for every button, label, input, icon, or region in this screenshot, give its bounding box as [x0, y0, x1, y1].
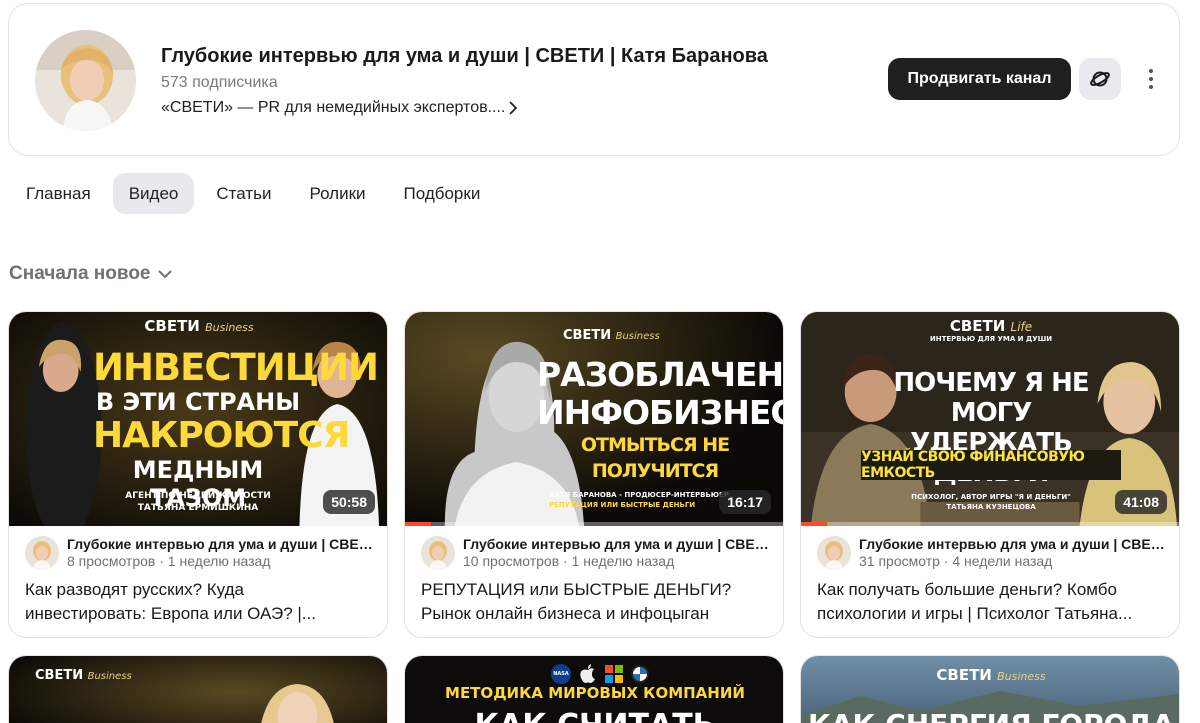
sort-dropdown[interactable]: Сначала новое [9, 263, 173, 285]
video-stats: 10 просмотров · 1 неделю назад [463, 553, 675, 569]
video-title-line: психологии и игры | Психолог Татьяна... [817, 604, 1133, 623]
thumb-banner: УЗНАЙ СВОЮ ФИНАНСОВУЮ ЕМКОСТЬ [861, 449, 1121, 481]
thumb-headline: В ЭТИ СТРАНЫ [95, 388, 301, 416]
tab-videos[interactable]: Видео [112, 173, 195, 214]
video-thumbnail[interactable]: СВЕТИ Business [9, 656, 387, 723]
watch-progress [405, 522, 432, 526]
tab-articles[interactable]: Статьи [200, 173, 287, 214]
video-title-line: Как разводят русских? Куда [25, 580, 244, 599]
channel-mini-avatar[interactable] [817, 536, 851, 570]
video-stats: 31 просмотр · 4 недели назад [859, 553, 1053, 569]
video-title[interactable]: РЕПУТАЦИЯ или БЫСТРЫЕ ДЕНЬГИ? Рынок онла… [421, 578, 761, 626]
channel-tabs: Главная Видео Статьи Ролики Подборки [10, 173, 502, 214]
thumb-brand-script: Business [87, 671, 132, 682]
thumb-brand-script: Business [997, 670, 1046, 683]
thumb-brand: СВЕТИ [35, 668, 84, 683]
video-thumbnail[interactable]: СВЕТИ Business ИНВЕСТИЦИИ В ЭТИ СТРАНЫ Н… [9, 312, 387, 526]
thumb-brand: СВЕТИ [949, 317, 1006, 335]
video-card[interactable]: СВЕТИ Business [8, 655, 388, 723]
thumb-headline: КАК СЧИТАТЬ [405, 708, 783, 723]
tab-main[interactable]: Главная [10, 173, 107, 214]
thumb-headline: МЕТОДИКА МИРОВЫХ КОМПАНИЙ [445, 684, 745, 702]
video-duration: 50:58 [323, 490, 375, 514]
more-options-icon[interactable] [1141, 66, 1161, 92]
thumb-brand-script: Business [615, 331, 660, 342]
thumb-brand-script: Life [1010, 320, 1033, 334]
video-title[interactable]: Как разводят русских? Куда инвестировать… [25, 578, 365, 626]
thumb-brand-script: Business [205, 321, 254, 334]
video-card[interactable]: NASA МЕТОДИКА МИРОВЫХ КОМПАНИЙ КАК СЧИТА… [404, 655, 784, 723]
thumb-caption: АГЕНТ ПО НЕДВИЖИМОСТИ [125, 491, 271, 501]
video-title-line: РЕПУТАЦИЯ или БЫСТРЫЕ ДЕНЬГИ? [421, 580, 732, 599]
thumb-headline: КАК СНЕРГИЯ ГОРОДА [801, 708, 1179, 723]
watch-progress [801, 522, 828, 526]
channel-avatar[interactable] [35, 30, 136, 131]
thumb-caption: ТАТЬЯНА ЕРМИШКИНА [137, 503, 259, 513]
sort-label: Сначала новое [9, 263, 151, 284]
video-title[interactable]: Как получать большие деньги? Комбо психо… [817, 578, 1157, 626]
channel-mini-avatar[interactable] [25, 536, 59, 570]
video-title-line: Как получать большие деньги? Комбо [817, 580, 1117, 599]
company-logos: NASA [551, 664, 649, 684]
windows-logo-icon [605, 665, 623, 683]
video-card[interactable]: СВЕТИ Business РАЗОБЛАЧЕНИЕ ИНФОБИЗНЕСА … [404, 311, 784, 638]
video-channel-name[interactable]: Глубокие интервью для ума и души | СВЕТИ… [463, 536, 773, 552]
video-meta: Глубокие интервью для ума и души | СВЕТИ… [25, 536, 377, 570]
nasa-logo-icon: NASA [551, 664, 571, 684]
chevron-down-icon [157, 270, 172, 279]
thumb-headline: УЗНАЙ СВОЮ ФИНАНСОВУЮ ЕМКОСТЬ [861, 449, 1085, 481]
chevron-right-icon [509, 101, 518, 115]
bmw-logo-icon [631, 665, 649, 683]
video-card[interactable]: СВЕТИ Business ИНВЕСТИЦИИ В ЭТИ СТРАНЫ Н… [8, 311, 388, 638]
thumb-brand: СВЕТИ [936, 666, 992, 684]
apple-logo-icon [579, 664, 597, 684]
thumb-headline: НАКРОЮТСЯ [93, 415, 350, 456]
thumb-caption: ТАТЬЯНА КУЗНЕЦОВА [946, 503, 1036, 511]
planet-button[interactable] [1079, 58, 1121, 100]
thumb-brand-sub: ИНТЕРВЬЮ ДЛЯ УМА И ДУШИ [929, 335, 1053, 343]
tab-shorts[interactable]: Ролики [293, 173, 381, 214]
video-thumbnail[interactable]: NASA МЕТОДИКА МИРОВЫХ КОМПАНИЙ КАК СЧИТА… [405, 656, 783, 723]
thumb-caption: РЕПУТАЦИЯ ИЛИ БЫСТРЫЕ ДЕНЬГИ [549, 501, 696, 509]
thumb-headline: ПОЧЕМУ Я НЕ МОГУ [893, 368, 1089, 428]
thumb-brand: СВЕТИ [563, 328, 612, 343]
video-title-line: Рынок онлайн бизнеса и инфоцыган [421, 604, 710, 623]
video-channel-name[interactable]: Глубокие интервью для ума и души | СВЕТИ… [67, 536, 377, 552]
thumb-brand: СВЕТИ [144, 317, 200, 335]
video-duration: 16:17 [719, 490, 771, 514]
watch-progress-track [405, 522, 783, 526]
video-card[interactable]: СВЕТИ Life ИНТЕРВЬЮ ДЛЯ УМА И ДУШИ ПОЧЕМ… [800, 311, 1180, 638]
video-stats: 8 просмотров · 1 неделю назад [67, 553, 271, 569]
promote-channel-button[interactable]: Продвигать канал [888, 58, 1071, 100]
video-meta: Глубокие интервью для ума и души | СВЕТИ… [817, 536, 1169, 570]
thumb-caption: КАТЯ БАРАНОВА - ПРОДЮСЕР-ИНТЕРВЬЮЕР [549, 491, 729, 499]
video-duration: 41:08 [1115, 490, 1167, 514]
thumb-headline: ОТМЫТЬСЯ НЕ ПОЛУЧИТСЯ [580, 434, 730, 482]
channel-header: Глубокие интервью для ума и души | СВЕТИ… [8, 3, 1180, 156]
video-channel-name[interactable]: Глубокие интервью для ума и души | СВЕТИ… [859, 536, 1169, 552]
channel-description-link[interactable]: «СВЕТИ» — PR для немедийных экспертов...… [161, 99, 519, 117]
video-thumbnail[interactable]: СВЕТИ Business РАЗОБЛАЧЕНИЕ ИНФОБИЗНЕСА … [405, 312, 783, 526]
thumb-headline: РАЗОБЛАЧЕНИЕ [537, 355, 783, 394]
watch-progress-track [801, 522, 1179, 526]
thumb-headline: ИНВЕСТИЦИИ [93, 346, 379, 389]
video-title-line: инвестировать: Европа или ОАЭ? |... [25, 604, 316, 623]
planet-icon [1090, 71, 1110, 87]
thumb-headline: ИНФОБИЗНЕСА [537, 393, 783, 432]
video-thumbnail[interactable]: СВЕТИ Business КАК СНЕРГИЯ ГОРОДА [801, 656, 1179, 723]
tab-collections[interactable]: Подборки [388, 173, 497, 214]
video-meta: Глубокие интервью для ума и души | СВЕТИ… [421, 536, 773, 570]
video-card[interactable]: СВЕТИ Business КАК СНЕРГИЯ ГОРОДА [800, 655, 1180, 723]
channel-mini-avatar[interactable] [421, 536, 455, 570]
channel-description: «СВЕТИ» — PR для немедийных экспертов...… [161, 99, 506, 116]
subscriber-count: 573 подписчика [161, 74, 278, 91]
video-thumbnail[interactable]: СВЕТИ Life ИНТЕРВЬЮ ДЛЯ УМА И ДУШИ ПОЧЕМ… [801, 312, 1179, 526]
thumb-caption: ПСИХОЛОГ, АВТОР ИГРЫ "Я И ДЕНЬГИ" [911, 493, 1071, 501]
channel-title: Глубокие интервью для ума и души | СВЕТИ… [161, 45, 768, 67]
